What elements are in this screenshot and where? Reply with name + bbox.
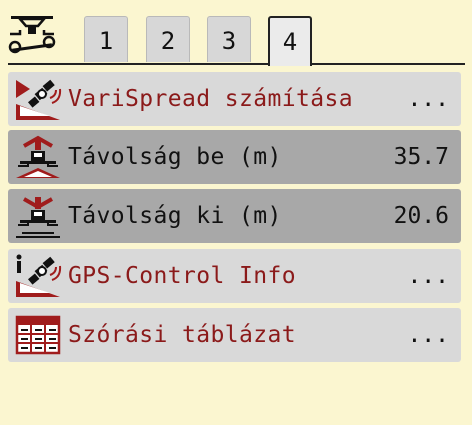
menu-item-label: Szórási táblázat — [68, 322, 296, 348]
spread-table-icon — [15, 315, 61, 355]
distance-on-icon — [16, 135, 60, 178]
menu-item-spread-table[interactable]: Szórási táblázat ... — [8, 308, 461, 362]
spreader-settings-icon — [8, 16, 56, 54]
menu-item-varispread[interactable]: VariSpread számítása ... — [8, 72, 461, 126]
distance-on-value: 35.7 — [393, 144, 449, 170]
menu-item-distance-off[interactable]: Távolság ki (m) 20.6 — [8, 189, 461, 243]
varispread-icon — [16, 79, 62, 120]
menu-item-gps-control-info[interactable]: GPS-Control Info ... — [8, 249, 461, 303]
more-indicator: ... — [407, 86, 449, 112]
menu-item-label: GPS-Control Info — [68, 263, 296, 289]
tab-2[interactable]: 2 — [146, 16, 190, 62]
menu-item-label: Távolság be (m) — [68, 144, 282, 170]
menu-item-label: Távolság ki (m) — [68, 203, 282, 229]
menu-item-distance-on[interactable]: Távolság be (m) 35.7 — [8, 130, 461, 184]
more-indicator: ... — [407, 322, 449, 348]
menu-item-label: VariSpread számítása — [68, 86, 353, 112]
tab-divider — [8, 63, 465, 65]
distance-off-value: 20.6 — [393, 203, 449, 229]
gps-info-icon — [16, 254, 62, 297]
tab-3[interactable]: 3 — [207, 16, 251, 62]
more-indicator: ... — [407, 263, 449, 289]
tab-4[interactable]: 4 — [268, 16, 312, 66]
distance-off-icon — [16, 197, 60, 238]
tab-1[interactable]: 1 — [84, 16, 128, 62]
